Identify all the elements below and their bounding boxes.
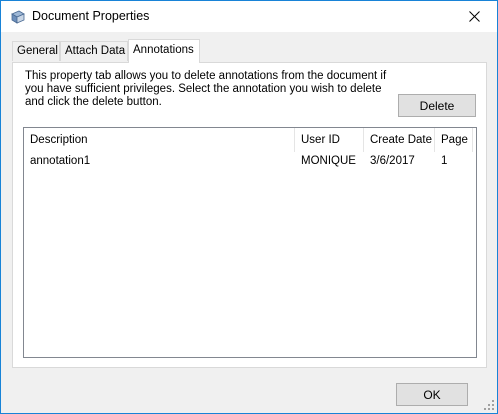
- cell-description: annotation1: [30, 155, 91, 167]
- delete-button-label: Delete: [419, 98, 455, 113]
- tab-attach-data[interactable]: Attach Data: [60, 41, 128, 61]
- column-header-description[interactable]: Description: [24, 128, 295, 152]
- delete-button[interactable]: Delete: [398, 94, 476, 117]
- tab-general-label: General: [17, 45, 58, 57]
- close-icon: [468, 11, 480, 22]
- ok-button[interactable]: OK: [396, 383, 468, 406]
- document-properties-window: Document Properties General Attach Data …: [0, 0, 498, 414]
- column-header-page[interactable]: Page: [435, 128, 473, 152]
- table-row[interactable]: annotation1 MONIQUE 3/6/2017 1: [24, 153, 476, 171]
- close-button[interactable]: [451, 1, 497, 32]
- tab-annotations-label: Annotations: [133, 44, 194, 56]
- cell-page: 1: [441, 155, 448, 167]
- tab-attach-data-label: Attach Data: [65, 45, 126, 57]
- size-grip-icon[interactable]: [483, 399, 495, 411]
- cell-create-date: 3/6/2017: [370, 155, 415, 167]
- annotations-description: This property tab allows you to delete a…: [25, 70, 387, 108]
- title-bar[interactable]: Document Properties: [1, 1, 497, 32]
- column-header-create-date[interactable]: Create Date: [364, 128, 435, 152]
- tab-annotations[interactable]: Annotations: [128, 39, 200, 63]
- column-header-user-id[interactable]: User ID: [295, 128, 364, 152]
- annotations-list[interactable]: Description User ID Create Date Page ann…: [23, 127, 477, 358]
- tab-general[interactable]: General: [12, 41, 60, 61]
- cell-user-id: MONIQUE: [301, 155, 356, 167]
- window-title: Document Properties: [32, 9, 150, 23]
- ok-button-label: OK: [423, 387, 441, 402]
- document-properties-icon: [10, 9, 26, 25]
- list-header: Description User ID Create Date Page: [24, 128, 476, 152]
